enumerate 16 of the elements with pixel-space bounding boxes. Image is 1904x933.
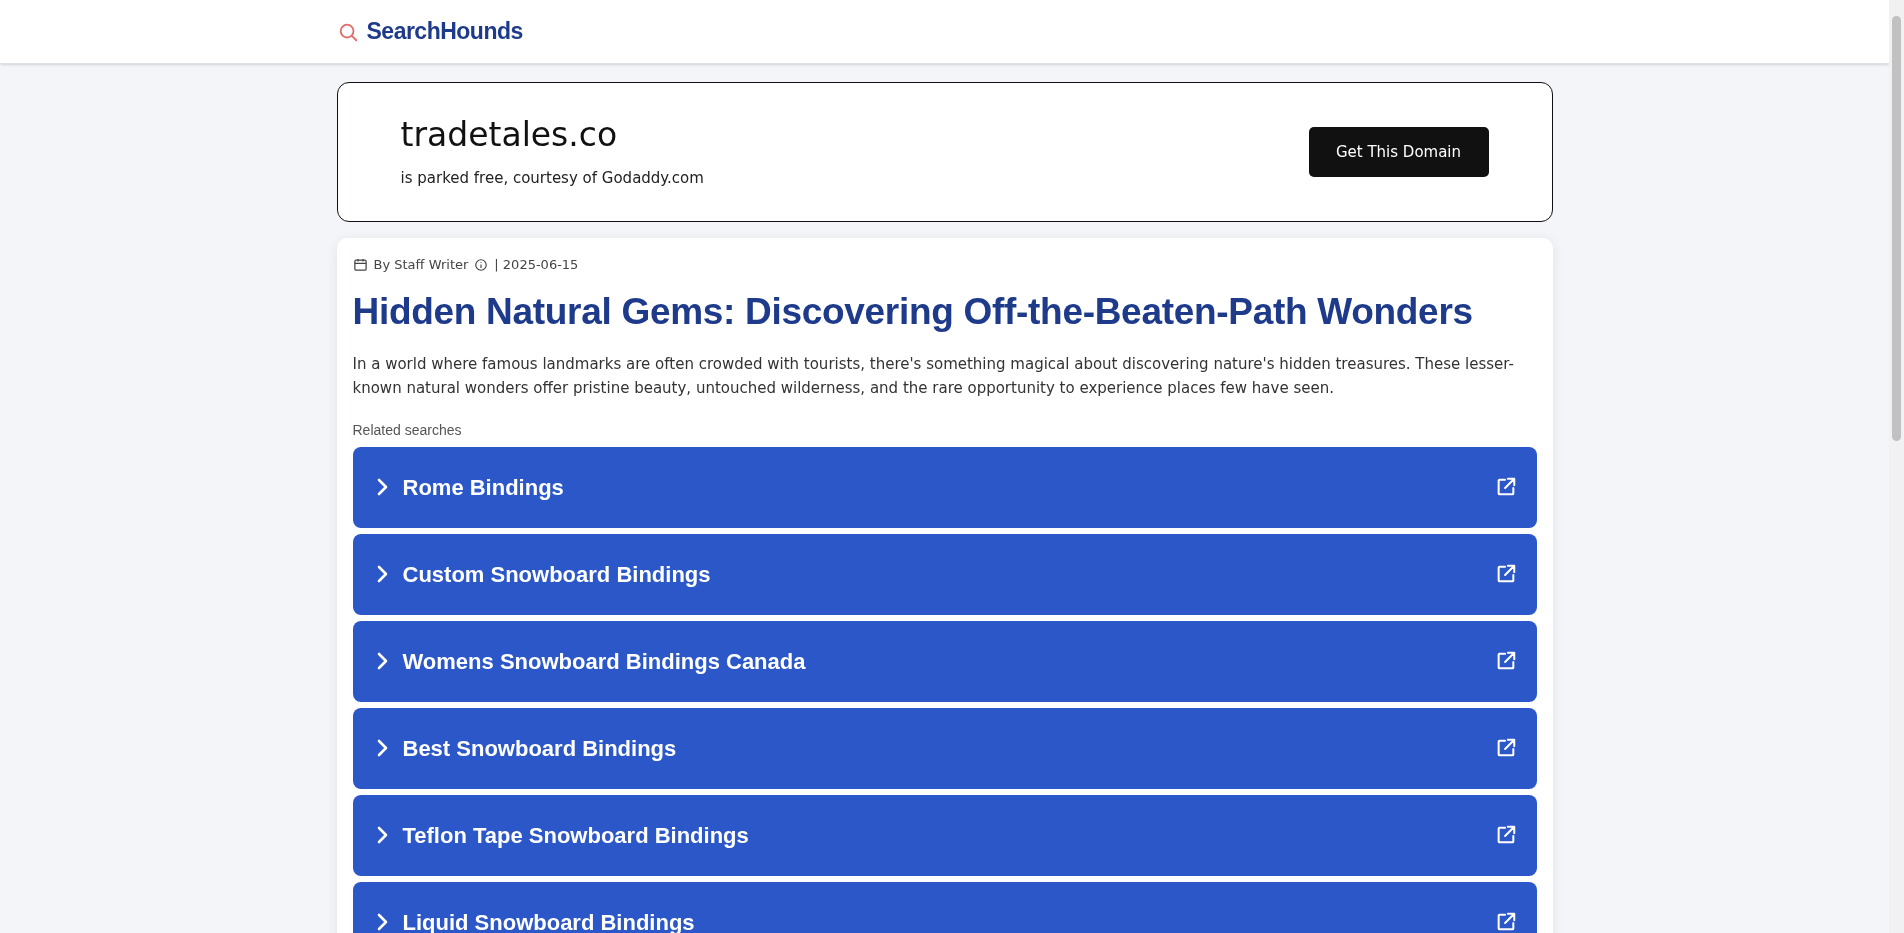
related-search-link[interactable]: Teflon Tape Snowboard Bindings (352, 794, 1537, 876)
domain-name: tradetales.co (400, 114, 619, 155)
related-search-link[interactable]: Womens Snowboard Bindings Canada (352, 620, 1537, 702)
related-searches-label: Related searches (352, 420, 463, 440)
related-search-link[interactable]: Rome Bindings (352, 446, 1537, 528)
related-search-link[interactable]: Custom Snowboard Bindings (352, 533, 1537, 615)
logo[interactable]: SearchHounds (366, 14, 523, 49)
publish-date: | 2025-06-15 (494, 256, 579, 274)
info-icon (474, 257, 489, 272)
calendar-icon (352, 257, 368, 273)
parked-notice: is parked free, courtesy of Godaddy.com (400, 167, 704, 189)
article-intro: In a world where famous landmarks are often crowded with tourists, there's something magical about discovering nature's hidden treasures. These lesser-known natural wonders offer pristine beauty, untouched wilderness, and the rare opportunity to experience places few have seen. (352, 353, 1515, 399)
get-domain-button[interactable]: Get This Domain (1308, 127, 1489, 177)
related-search-link[interactable]: Best Snowboard Bindings (352, 707, 1537, 789)
author-text: By Staff Writer (373, 256, 469, 274)
article-title: Hidden Natural Gems: Discovering Off-the-Beaten-Path Wonders (352, 289, 1474, 334)
